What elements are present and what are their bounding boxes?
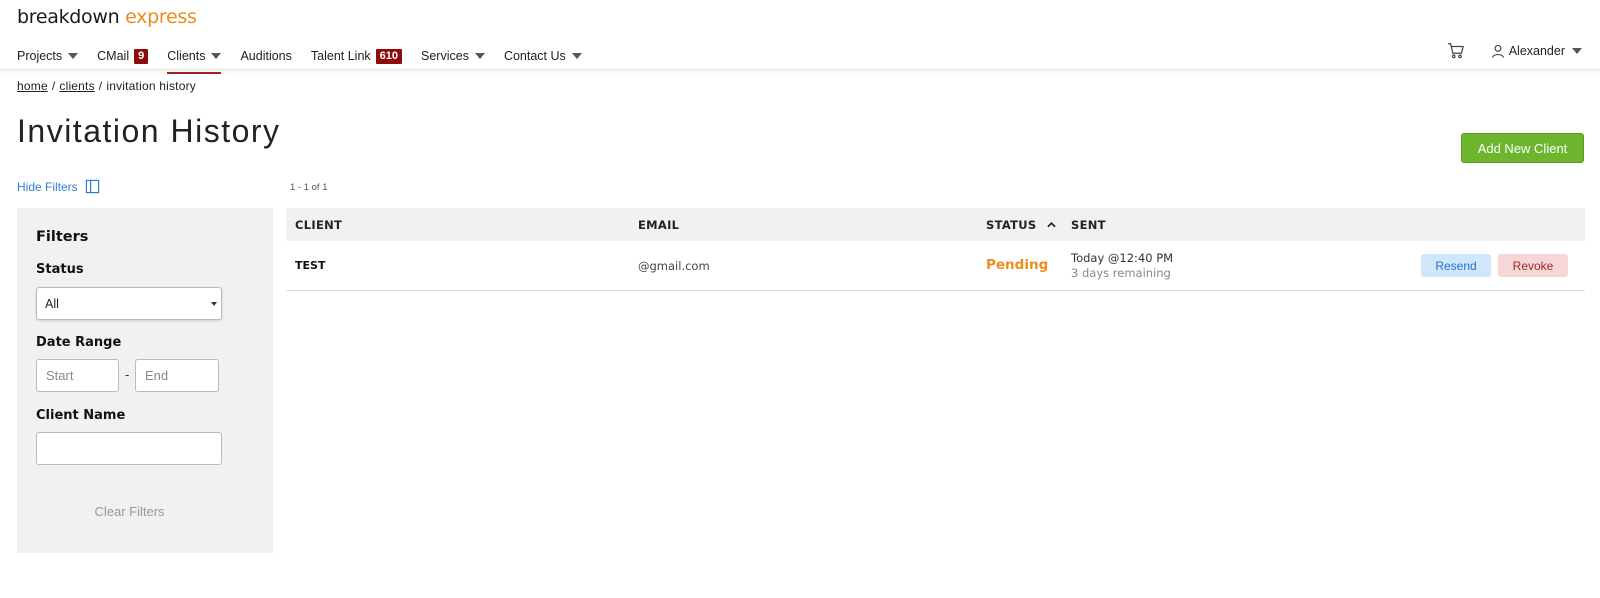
nav-auditions-label: Auditions — [240, 49, 292, 63]
main-nav: Projects CMail 9 Clients Auditions Talen… — [17, 44, 601, 74]
page-title: Invitation History — [17, 113, 281, 149]
date-start-input[interactable] — [36, 359, 119, 392]
column-header-status-label: STATUS — [986, 218, 1037, 232]
sidebar-panel-icon — [85, 179, 99, 194]
table-row: TEST @gmail.com Pending Today @12:40 PM … — [286, 241, 1585, 291]
column-header-email[interactable]: EMAIL — [638, 218, 679, 232]
filters-heading: Filters — [36, 229, 89, 245]
nav-cmail[interactable]: CMail 9 — [97, 44, 149, 68]
row-sent-time: Today @12:40 PM — [1071, 251, 1174, 265]
chevron-down-icon — [211, 53, 222, 59]
column-header-sent[interactable]: SENT — [1071, 218, 1106, 232]
row-client: TEST — [295, 259, 326, 272]
nav-cmail-label: CMail — [97, 49, 130, 63]
status-select[interactable]: All — [36, 287, 222, 320]
breadcrumb-separator: / — [98, 79, 103, 93]
breadcrumb-clients[interactable]: clients — [59, 79, 94, 93]
row-remaining: 3 days remaining — [1071, 266, 1171, 280]
date-range-label: Date Range — [36, 335, 122, 350]
user-name: Alexander — [1508, 44, 1565, 58]
resend-button[interactable]: Resend — [1421, 254, 1491, 277]
client-name-input[interactable] — [36, 432, 222, 465]
nav-auditions[interactable]: Auditions — [240, 44, 291, 68]
nav-services-label: Services — [421, 49, 469, 63]
user-menu[interactable]: Alexander — [1491, 44, 1582, 58]
talent-link-count-badge: 610 — [375, 48, 403, 64]
column-header-client[interactable]: CLIENT — [295, 218, 342, 232]
status-filter-label: Status — [36, 262, 84, 277]
nav-contact-us-label: Contact Us — [503, 49, 566, 63]
brand-logo[interactable]: breakdown express — [17, 6, 197, 28]
table-header: CLIENT EMAIL STATUS SENT — [286, 208, 1585, 241]
chevron-down-icon — [68, 53, 79, 59]
breadcrumb-home[interactable]: home — [17, 79, 48, 93]
dropdown-arrow-icon — [211, 302, 217, 306]
nav-talent-link[interactable]: Talent Link 610 — [310, 44, 403, 68]
filters-panel: Filters Status All Date Range - Client N… — [17, 208, 273, 553]
nav-clients-label: Clients — [167, 49, 206, 63]
column-header-status[interactable]: STATUS — [986, 218, 1056, 232]
breadcrumb-separator: / — [51, 79, 56, 93]
top-header: breakdown express Projects CMail 9 Clien… — [0, 0, 1600, 74]
brand-logo-part2: express — [125, 6, 197, 28]
header-right: Alexander — [1447, 42, 1582, 60]
row-sent: Today @12:40 PM 3 days remaining — [1071, 251, 1173, 281]
nav-projects-label: Projects — [17, 49, 63, 63]
date-range-separator: - — [125, 367, 130, 382]
row-email: @gmail.com — [638, 259, 710, 273]
chevron-down-icon — [1572, 48, 1582, 54]
user-icon — [1491, 44, 1504, 58]
breadcrumb-current: invitation history — [106, 79, 196, 93]
clear-filters-button[interactable]: Clear Filters — [17, 504, 242, 519]
revoke-button[interactable]: Revoke — [1498, 254, 1568, 277]
hide-filters-toggle[interactable]: Hide Filters — [17, 179, 100, 194]
result-count: 1 - 1 of 1 — [290, 182, 328, 193]
hide-filters-label: Hide Filters — [17, 179, 78, 194]
chevron-down-icon — [474, 53, 485, 59]
status-select-value: All — [45, 297, 59, 311]
sort-ascending-icon — [1047, 222, 1056, 228]
add-new-client-button[interactable]: Add New Client — [1461, 133, 1584, 163]
chevron-down-icon — [571, 53, 582, 59]
breadcrumb: home / clients / invitation history — [17, 79, 196, 93]
cart-icon[interactable] — [1447, 42, 1465, 60]
nav-services[interactable]: Services — [421, 44, 485, 68]
nav-contact-us[interactable]: Contact Us — [504, 44, 582, 68]
nav-projects[interactable]: Projects — [17, 44, 79, 68]
nav-clients[interactable]: Clients — [167, 44, 222, 74]
date-end-input[interactable] — [135, 359, 219, 392]
row-status-badge: Pending — [986, 257, 1049, 273]
client-name-label: Client Name — [36, 408, 126, 423]
invitations-table: CLIENT EMAIL STATUS SENT TEST @gmail.com… — [286, 208, 1585, 291]
nav-talent-link-label: Talent Link — [310, 49, 371, 63]
cmail-count-badge: 9 — [134, 48, 149, 64]
brand-logo-part1: breakdown — [17, 6, 120, 28]
